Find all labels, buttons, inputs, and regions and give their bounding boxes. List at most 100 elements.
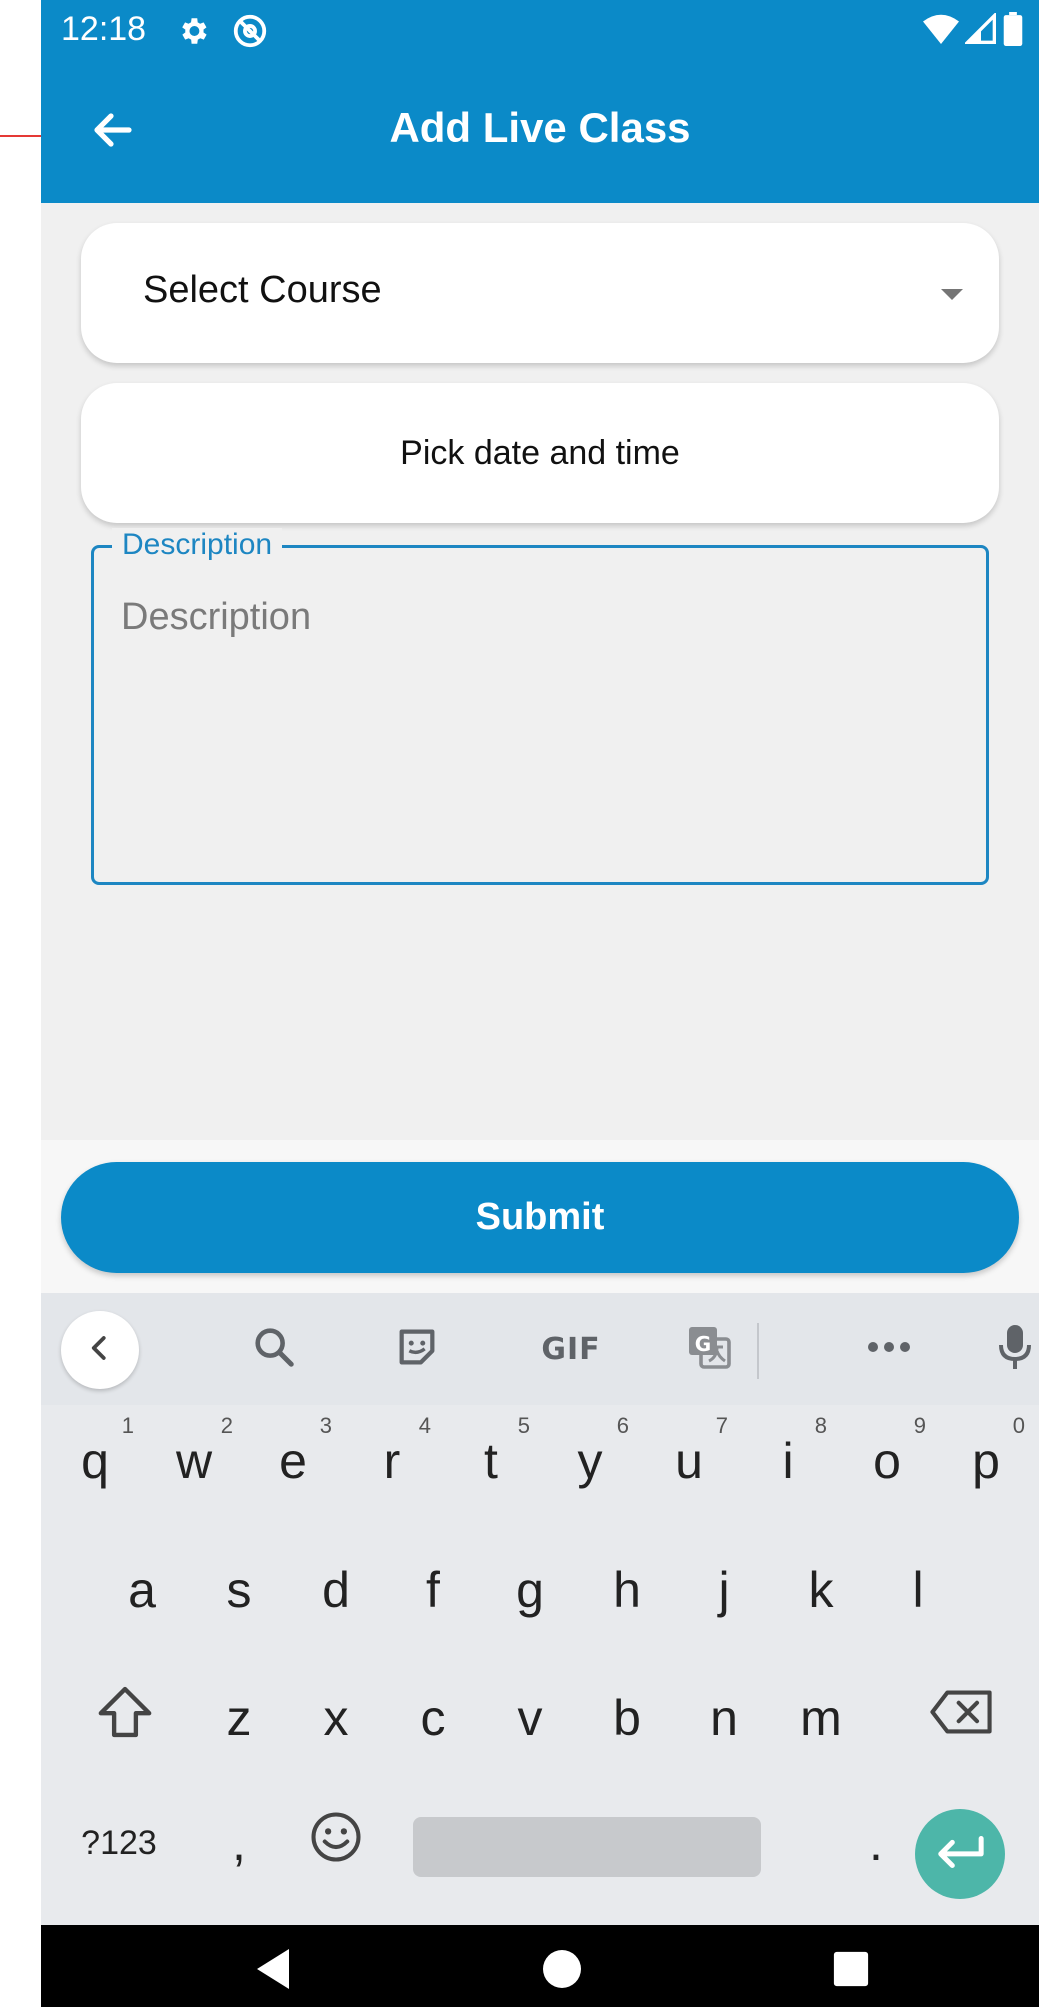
key-hint: 2: [220, 1413, 233, 1438]
keyboard-more-button[interactable]: [854, 1317, 924, 1381]
search-icon: [251, 1324, 297, 1375]
key-t[interactable]: t5: [446, 1411, 536, 1511]
key-hint: 0: [1012, 1413, 1025, 1438]
key-label: q: [81, 1433, 109, 1489]
battery-icon: [1003, 11, 1023, 51]
key-y[interactable]: y6: [545, 1411, 635, 1511]
nav-back-button[interactable]: [249, 1947, 297, 1995]
microphone-icon: [995, 1323, 1035, 1376]
wifi-icon: [923, 13, 959, 50]
date-time-picker-label: Pick date and time: [400, 433, 680, 472]
description-field-label: Description: [112, 528, 283, 562]
key-b[interactable]: b: [582, 1668, 672, 1768]
phone-screen: 12:18 Add Live Class Select Course Pick …: [41, 0, 1039, 2007]
nav-home-button[interactable]: [538, 1947, 586, 1995]
app-bar: Add Live Class: [41, 60, 1039, 203]
key-hint: 7: [715, 1413, 728, 1438]
dropdown-arrow-icon: [941, 289, 963, 300]
key-label: y: [577, 1433, 603, 1489]
status-bar: 12:18: [41, 0, 1039, 60]
key-n[interactable]: n: [679, 1668, 769, 1768]
emoji-key[interactable]: [291, 1793, 381, 1893]
keyboard-row-1: q1 w2 e3 r4 t5 y6 u7 i8 o9 p0: [41, 1411, 1039, 1531]
key-x[interactable]: x: [291, 1668, 381, 1768]
key-h[interactable]: h: [582, 1540, 672, 1640]
home-circle-icon: [542, 1949, 582, 1994]
keyboard-row-2: a s d f g h j k l: [41, 1540, 1039, 1660]
submit-area: Submit: [41, 1140, 1039, 1293]
sticker-icon: [394, 1324, 440, 1375]
keyboard-search-button[interactable]: [239, 1317, 309, 1381]
key-l[interactable]: l: [873, 1540, 963, 1640]
key-g[interactable]: g: [485, 1540, 575, 1640]
key-z[interactable]: z: [194, 1668, 284, 1768]
key-hint: 8: [814, 1413, 827, 1438]
keyboard-sticker-button[interactable]: [382, 1317, 452, 1381]
period-key[interactable]: .: [831, 1793, 921, 1893]
signal-icon: [963, 11, 997, 50]
key-m[interactable]: m: [776, 1668, 866, 1768]
key-label: o: [873, 1433, 901, 1489]
key-c[interactable]: c: [388, 1668, 478, 1768]
enter-key[interactable]: [915, 1809, 1005, 1899]
keyboard-translate-button[interactable]: G: [674, 1317, 744, 1381]
key-d[interactable]: d: [291, 1540, 381, 1640]
description-field: Description: [91, 528, 989, 885]
key-u[interactable]: u7: [644, 1411, 734, 1511]
translate-icon: G: [685, 1323, 733, 1376]
shift-icon: [96, 1685, 154, 1751]
nav-recents-button[interactable]: [827, 1947, 875, 1995]
space-bar[interactable]: [413, 1817, 761, 1877]
key-label: r: [383, 1433, 401, 1489]
key-r[interactable]: r4: [347, 1411, 437, 1511]
status-time: 12:18: [61, 10, 147, 48]
gif-label: GIF: [541, 1331, 601, 1367]
key-w[interactable]: w2: [149, 1411, 239, 1511]
date-time-picker-button[interactable]: Pick date and time: [81, 383, 999, 523]
key-a[interactable]: a: [97, 1540, 187, 1640]
description-input[interactable]: [121, 596, 961, 856]
course-select-dropdown[interactable]: Select Course: [81, 223, 999, 363]
toolbar-divider: [757, 1323, 759, 1379]
key-label: w: [175, 1433, 213, 1489]
key-label: u: [675, 1433, 703, 1489]
backspace-icon: [929, 1688, 993, 1748]
chevron-left-icon: [85, 1333, 115, 1368]
key-k[interactable]: k: [776, 1540, 866, 1640]
key-j[interactable]: j: [679, 1540, 769, 1640]
keyboard-row-3: z x c v b n m: [41, 1668, 1039, 1788]
status-indicators: [923, 11, 1023, 51]
symbols-key[interactable]: ?123: [59, 1793, 179, 1893]
key-label: p: [972, 1433, 1000, 1489]
svg-text:G: G: [695, 1332, 711, 1356]
key-q[interactable]: q1: [50, 1411, 140, 1511]
submit-button[interactable]: Submit: [61, 1162, 1019, 1273]
at-sign-icon: [231, 12, 269, 50]
key-o[interactable]: o9: [842, 1411, 932, 1511]
more-icon: [866, 1340, 912, 1359]
keyboard-voice-button[interactable]: [993, 1317, 1037, 1381]
key-hint: 3: [319, 1413, 332, 1438]
recents-square-icon: [832, 1950, 870, 1993]
key-label: e: [279, 1433, 307, 1489]
keyboard-gif-button[interactable]: GIF: [526, 1317, 616, 1381]
keyboard-collapse-button[interactable]: [61, 1311, 139, 1389]
enter-arrow-icon: [935, 1834, 985, 1875]
key-p[interactable]: p0: [941, 1411, 1031, 1511]
page-title: Add Live Class: [389, 104, 691, 151]
emoji-icon: [309, 1810, 363, 1876]
comma-key[interactable]: ,: [194, 1793, 284, 1893]
key-s[interactable]: s: [194, 1540, 284, 1640]
key-hint: 1: [121, 1413, 134, 1438]
backspace-key[interactable]: [911, 1668, 1011, 1768]
key-i[interactable]: i8: [743, 1411, 833, 1511]
key-hint: 5: [517, 1413, 530, 1438]
key-v[interactable]: v: [485, 1668, 575, 1768]
course-select-label: Select Course: [143, 269, 382, 311]
red-guide-line: [0, 135, 42, 137]
back-triangle-icon: [253, 1947, 293, 1996]
key-hint: 9: [913, 1413, 926, 1438]
key-e[interactable]: e3: [248, 1411, 338, 1511]
shift-key[interactable]: [75, 1668, 175, 1768]
key-f[interactable]: f: [388, 1540, 478, 1640]
